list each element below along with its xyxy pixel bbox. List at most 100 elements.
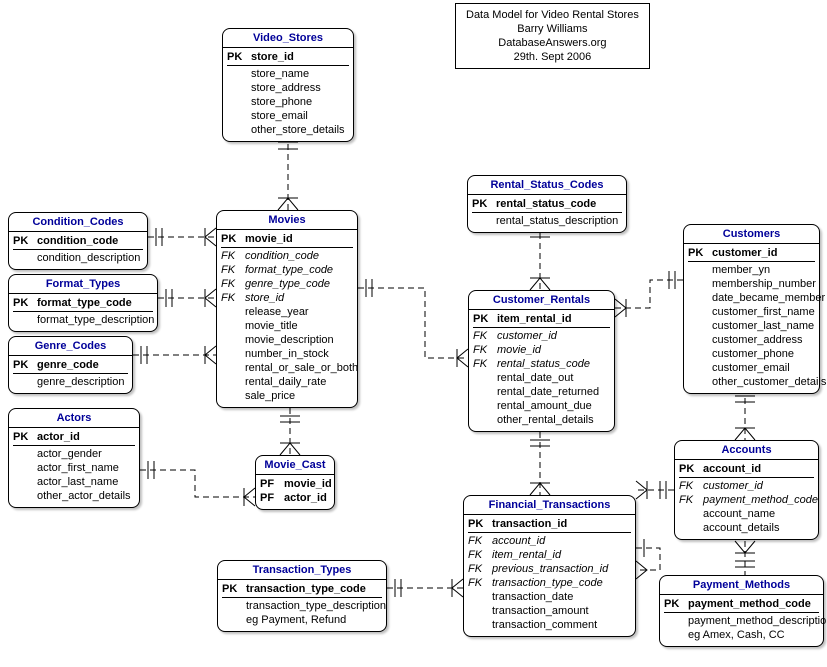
field-name: eg Amex, Cash, CC (688, 628, 785, 642)
entity-title: Financial_Transactions (464, 496, 635, 515)
field-name: customer_email (712, 361, 790, 375)
field-name: transaction_comment (492, 618, 597, 632)
field-name: genre_code (37, 358, 99, 372)
field-row: PKstore_id (227, 50, 349, 64)
field-name: account_details (703, 521, 779, 535)
field-key (688, 319, 712, 333)
field-key (473, 413, 497, 427)
field-name: release_year (245, 305, 309, 319)
field-name: item_rental_id (497, 312, 572, 326)
field-row: PFmovie_id (260, 477, 330, 491)
meta-box: Data Model for Video Rental Stores Barry… (455, 3, 650, 69)
field-row: actor_first_name (13, 461, 135, 475)
field-name: store_email (251, 109, 308, 123)
field-key: FK (468, 548, 492, 562)
field-name: member_yn (712, 263, 770, 277)
field-key: FK (679, 493, 703, 507)
field-name: customer_phone (712, 347, 794, 361)
entity-body: PKaccount_idFKcustomer_idFKpayment_metho… (675, 460, 818, 539)
field-row: rental_status_description (472, 214, 622, 228)
field-row: FKformat_type_code (221, 263, 353, 277)
field-name: item_rental_id (492, 548, 561, 562)
field-row: rental_amount_due (473, 399, 610, 413)
field-name: transaction_amount (492, 604, 589, 618)
field-row: FKitem_rental_id (468, 548, 631, 562)
field-key (664, 628, 688, 642)
entity-body: PKformat_type_codeformat_type_descriptio… (9, 294, 157, 331)
field-key (468, 618, 492, 632)
field-name: account_id (703, 462, 761, 476)
field-key: FK (473, 329, 497, 343)
entity-payment-methods: Payment_MethodsPKpayment_method_codepaym… (659, 575, 824, 647)
field-name: store_phone (251, 95, 312, 109)
field-row: customer_phone (688, 347, 815, 361)
field-row: genre_description (13, 375, 128, 389)
entity-title: Condition_Codes (9, 213, 147, 232)
field-row: PKrental_status_code (472, 197, 622, 211)
field-row: FKcondition_code (221, 249, 353, 263)
field-row: movie_description (221, 333, 353, 347)
field-key (13, 313, 37, 327)
entity-condition-codes: Condition_Codes PKcondition_code condition… (8, 212, 148, 270)
field-name: customer_id (712, 246, 777, 260)
field-row: FKcustomer_id (473, 329, 610, 343)
field-key (227, 123, 251, 137)
field-name: payment_method_code (688, 597, 811, 611)
field-row: PFactor_id (260, 491, 330, 505)
field-name: payment_method_description (688, 614, 827, 628)
field-row: customer_email (688, 361, 815, 375)
field-name: movie_id (284, 477, 332, 491)
field-key (221, 389, 245, 403)
field-name: transaction_type_code (492, 576, 603, 590)
field-name: previous_transaction_id (492, 562, 608, 576)
meta-line: Data Model for Video Rental Stores (466, 8, 639, 22)
field-name: customer_address (712, 333, 803, 347)
field-row: FKprevious_transaction_id (468, 562, 631, 576)
entity-movie-cast: Movie_Cast PFmovie_idPFactor_id (255, 455, 335, 510)
field-name: format_type_description (37, 313, 154, 327)
field-row: PKaccount_id (679, 462, 814, 476)
field-row: FKrental_status_code (473, 357, 610, 371)
field-key (664, 614, 688, 628)
entity-actors: ActorsPKactor_idactor_genderactor_first_… (8, 408, 140, 508)
field-row: payment_method_description (664, 614, 819, 628)
field-name: movie_id (497, 343, 541, 357)
field-name: rental_status_description (496, 214, 618, 228)
field-name: condition_code (245, 249, 319, 263)
field-key (473, 371, 497, 385)
field-key (688, 291, 712, 305)
field-key: FK (468, 534, 492, 548)
field-name: other_customer_details (712, 375, 826, 389)
field-row: member_yn (688, 263, 815, 277)
entity-title: Movie_Cast (256, 456, 334, 475)
field-key: FK (468, 562, 492, 576)
field-row: PKpayment_method_code (664, 597, 819, 611)
field-key (679, 521, 703, 535)
field-row: customer_last_name (688, 319, 815, 333)
field-key: PK (473, 312, 497, 326)
field-name: rental_date_out (497, 371, 573, 385)
field-row: PKactor_id (13, 430, 135, 444)
field-key (221, 305, 245, 319)
field-row: actor_last_name (13, 475, 135, 489)
field-name: transaction_date (492, 590, 573, 604)
field-row: condition_description (13, 251, 143, 265)
field-key (222, 599, 246, 613)
entity-title: Accounts (675, 441, 818, 460)
field-key: FK (221, 249, 245, 263)
field-key (688, 263, 712, 277)
field-row: number_in_stock (221, 347, 353, 361)
field-row: PKtransaction_type_code (222, 582, 382, 596)
field-name: other_store_details (251, 123, 345, 137)
field-row: other_actor_details (13, 489, 135, 503)
field-key: FK (221, 291, 245, 305)
field-name: transaction_type_code (246, 582, 366, 596)
field-key: FK (221, 277, 245, 291)
field-key: PK (664, 597, 688, 611)
field-key (688, 375, 712, 389)
field-row: PKcondition_code (13, 234, 143, 248)
field-name: customer_last_name (712, 319, 814, 333)
field-name: other_rental_details (497, 413, 594, 427)
field-row: FKaccount_id (468, 534, 631, 548)
field-name: movie_title (245, 319, 298, 333)
